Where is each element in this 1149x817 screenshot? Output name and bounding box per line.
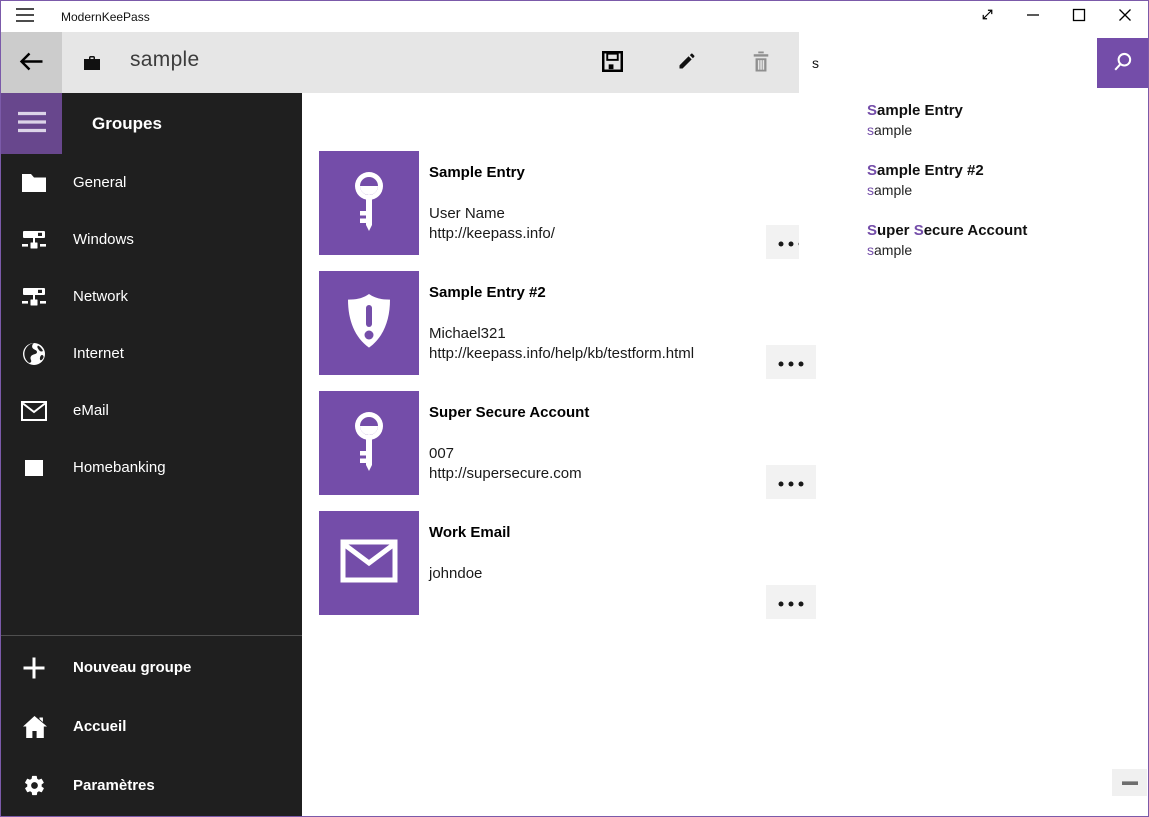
key-icon xyxy=(348,410,390,477)
entry-username: Michael321 xyxy=(429,325,506,342)
ellipsis-icon xyxy=(778,475,804,490)
entry-icon-tile xyxy=(319,151,419,255)
resize-diagonal-button[interactable] xyxy=(964,1,1010,31)
folder-icon xyxy=(20,173,48,192)
app-window: ModernKeePass sample Groupes xyxy=(0,0,1149,817)
edit-icon xyxy=(677,51,697,74)
home-icon xyxy=(20,715,48,738)
ellipsis-icon xyxy=(778,595,804,610)
entry-url: http://keepass.info/ xyxy=(429,225,555,242)
groups-header: Groupes xyxy=(92,93,162,154)
search-input[interactable] xyxy=(799,32,1148,93)
back-arrow-icon xyxy=(18,49,45,77)
sidebar-command-nouveau-groupe[interactable]: Nouveau groupe xyxy=(1,638,302,697)
zoom-out-button[interactable] xyxy=(1112,769,1147,796)
suggestion-title: Sample Entry xyxy=(867,93,1139,119)
minimize-icon xyxy=(1025,7,1041,26)
entry-icon-tile xyxy=(319,271,419,375)
key-icon xyxy=(348,170,390,237)
save-icon xyxy=(602,51,623,75)
maximize-button[interactable] xyxy=(1056,1,1102,31)
sidebar-item-internet[interactable]: Internet xyxy=(1,325,302,382)
command-list: Nouveau groupe Accueil Paramètres xyxy=(1,638,302,815)
network-icon xyxy=(20,288,48,306)
search-suggestions-popup: Sample Entry sample Sample Entry #2 samp… xyxy=(799,93,1149,281)
sidebar-separator xyxy=(1,635,302,636)
delete-icon xyxy=(751,51,771,75)
sidebar-item-email[interactable]: eMail xyxy=(1,382,302,439)
suggestion-subtitle: sample xyxy=(867,179,1139,198)
entry-url: http://keepass.info/help/kb/testform.htm… xyxy=(429,345,694,362)
entry-row-sample-entry[interactable]: Sample Entry User Name http://keepass.in… xyxy=(319,151,816,259)
suggestion-title: Sample Entry #2 xyxy=(867,153,1139,179)
entry-title: Super Secure Account xyxy=(429,404,589,421)
sidebar-item-network[interactable]: Network xyxy=(1,268,302,325)
save-button[interactable] xyxy=(578,32,646,93)
database-title: sample xyxy=(130,48,200,72)
sidebar-item-general[interactable]: General xyxy=(1,154,302,211)
sidebar: Groupes General Windows Network Internet… xyxy=(1,93,302,816)
entry-title: Sample Entry #2 xyxy=(429,284,546,301)
dash-icon xyxy=(1122,781,1138,785)
delete-button[interactable] xyxy=(727,32,795,93)
entry-row-super-secure-account[interactable]: Super Secure Account 007 http://supersec… xyxy=(319,391,816,499)
square-icon xyxy=(20,460,48,476)
plus-icon xyxy=(20,656,48,680)
shield-alert-icon xyxy=(344,292,394,355)
entry-row-work-email[interactable]: Work Email johndoe xyxy=(319,511,816,619)
entry-title: Sample Entry xyxy=(429,164,525,181)
close-button[interactable] xyxy=(1102,1,1148,31)
entry-username: User Name xyxy=(429,205,505,222)
ellipsis-icon xyxy=(778,355,804,370)
search-button[interactable] xyxy=(1097,38,1148,88)
search-icon xyxy=(1112,51,1134,76)
titlebar-hamburger-button[interactable] xyxy=(13,6,37,27)
app-title: ModernKeePass xyxy=(61,10,150,24)
close-icon xyxy=(1117,7,1133,26)
maximize-icon xyxy=(1071,7,1087,26)
app-bar: sample xyxy=(1,32,1148,93)
group-list: General Windows Network Internet eMail H… xyxy=(1,154,302,496)
menu-icon xyxy=(17,110,47,137)
minimize-button[interactable] xyxy=(1010,1,1056,31)
hamburger-icon xyxy=(16,8,34,25)
back-button[interactable] xyxy=(1,32,62,93)
entry-url: http://supersecure.com xyxy=(429,465,582,482)
entry-more-button[interactable] xyxy=(766,345,816,379)
entry-icon-tile xyxy=(319,391,419,495)
settings-icon xyxy=(20,774,48,797)
search-suggestion-item[interactable]: Super Secure Account sample xyxy=(867,213,1139,273)
entry-row-sample-entry-2[interactable]: Sample Entry #2 Michael321 http://keepas… xyxy=(319,271,816,379)
globe-icon xyxy=(20,342,48,366)
entry-more-button[interactable] xyxy=(766,585,816,619)
database-icon xyxy=(84,56,100,70)
mail-tile-icon xyxy=(340,539,398,588)
title-bar: ModernKeePass xyxy=(1,1,1148,32)
suggestion-subtitle: sample xyxy=(867,119,1139,138)
entry-username: johndoe xyxy=(429,565,482,582)
sidebar-item-homebanking[interactable]: Homebanking xyxy=(1,439,302,496)
sidebar-command-param-tres[interactable]: Paramètres xyxy=(1,756,302,815)
search-suggestion-item[interactable]: Sample Entry sample xyxy=(867,93,1139,153)
resize-diagonal-icon xyxy=(979,6,996,26)
suggestion-subtitle: sample xyxy=(867,239,1139,258)
entry-icon-tile xyxy=(319,511,419,615)
search-suggestion-item[interactable]: Sample Entry #2 sample xyxy=(867,153,1139,213)
sidebar-item-windows[interactable]: Windows xyxy=(1,211,302,268)
sidebar-command-accueil[interactable]: Accueil xyxy=(1,697,302,756)
entry-title: Work Email xyxy=(429,524,510,541)
edit-button[interactable] xyxy=(653,32,721,93)
entry-username: 007 xyxy=(429,445,454,462)
search-box xyxy=(799,32,1148,93)
entry-more-button[interactable] xyxy=(766,465,816,499)
window-controls xyxy=(964,1,1148,32)
suggestion-title: Super Secure Account xyxy=(867,213,1139,239)
network-icon xyxy=(20,231,48,249)
sidebar-hamburger-button[interactable] xyxy=(1,93,62,154)
mail-icon xyxy=(20,401,48,421)
